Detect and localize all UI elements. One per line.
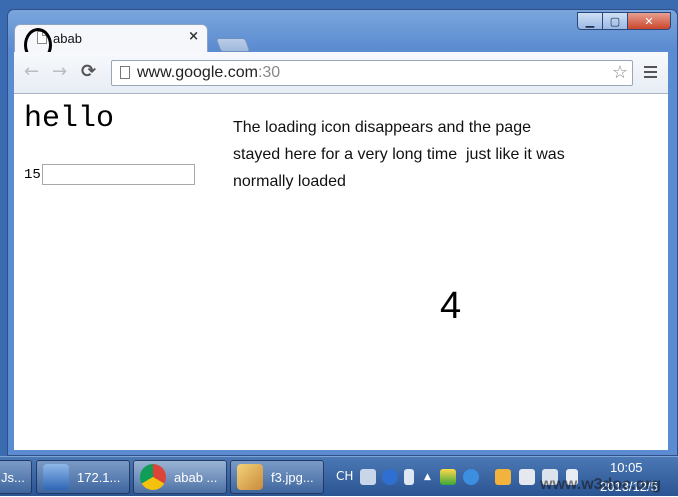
- show-hidden-icons-icon[interactable]: ▲: [424, 472, 431, 482]
- clock-time[interactable]: 10:05: [610, 460, 643, 475]
- chrome-icon: [140, 464, 166, 490]
- input-method-icon[interactable]: [404, 469, 414, 485]
- address-bar[interactable]: www.google.com:30 ☆: [111, 60, 633, 86]
- taskbar-item-js[interactable]: Js...: [0, 460, 32, 494]
- message-line: The loading icon disappears and the page: [233, 119, 531, 136]
- tab-close-button[interactable]: ×: [188, 29, 199, 44]
- page-icon: [120, 66, 130, 79]
- page-content: hello 15 The loading icon disappears and…: [14, 94, 668, 450]
- help-icon[interactable]: [382, 469, 398, 485]
- message-line: stayed here for a very long time just li…: [233, 146, 565, 163]
- message-line: normally loaded: [233, 173, 346, 190]
- taskbar-item-remote[interactable]: 172.1...: [36, 460, 130, 494]
- shield-icon[interactable]: [440, 469, 456, 485]
- remote-desktop-icon: [43, 464, 69, 490]
- desktop: ▁ ▢ ✕ abab × ← → ⟳ www.google.com:30 ☆ h…: [0, 0, 678, 496]
- language-indicator[interactable]: CH: [336, 469, 353, 483]
- taskbar-item-label: abab ...: [174, 469, 218, 485]
- browser-toolbar: ← → ⟳ www.google.com:30 ☆: [14, 52, 668, 94]
- loading-message: The loading icon disappears and the page…: [233, 114, 633, 195]
- taskbar-item-label: Js...: [1, 469, 25, 485]
- keyboard-icon[interactable]: [360, 469, 376, 485]
- close-window-button[interactable]: ✕: [627, 12, 671, 30]
- minimize-button[interactable]: ▁: [577, 12, 603, 30]
- taskbar-item-paint[interactable]: f3.jpg...: [230, 460, 324, 494]
- forward-arrow-icon[interactable]: →: [52, 63, 67, 81]
- address-url: www.google.com:30: [137, 64, 281, 81]
- bookmark-star-icon[interactable]: ☆: [612, 62, 628, 83]
- taskbar-item-label: 172.1...: [77, 469, 121, 485]
- counter-number: 4: [440, 285, 462, 327]
- page-heading: hello: [24, 102, 115, 136]
- tab-title: abab: [53, 31, 82, 46]
- back-arrow-icon[interactable]: ←: [24, 63, 39, 81]
- window-controls: ▁ ▢ ✕: [577, 12, 671, 31]
- watermark: www.w3doc.org: [540, 476, 662, 493]
- text-input[interactable]: [42, 164, 195, 185]
- maximize-button[interactable]: ▢: [602, 12, 628, 30]
- paint-icon: [237, 464, 263, 490]
- flag-icon[interactable]: [519, 469, 535, 485]
- chat-icon[interactable]: [495, 469, 511, 485]
- taskbar-item-label: f3.jpg...: [271, 469, 314, 485]
- network-globe-icon[interactable]: [463, 469, 479, 485]
- menu-icon[interactable]: [644, 66, 657, 81]
- reload-icon[interactable]: ⟳: [81, 63, 96, 81]
- taskbar-item-chrome[interactable]: abab ...: [133, 460, 227, 494]
- input-label: 15: [24, 167, 41, 183]
- new-tab-button[interactable]: [215, 38, 251, 52]
